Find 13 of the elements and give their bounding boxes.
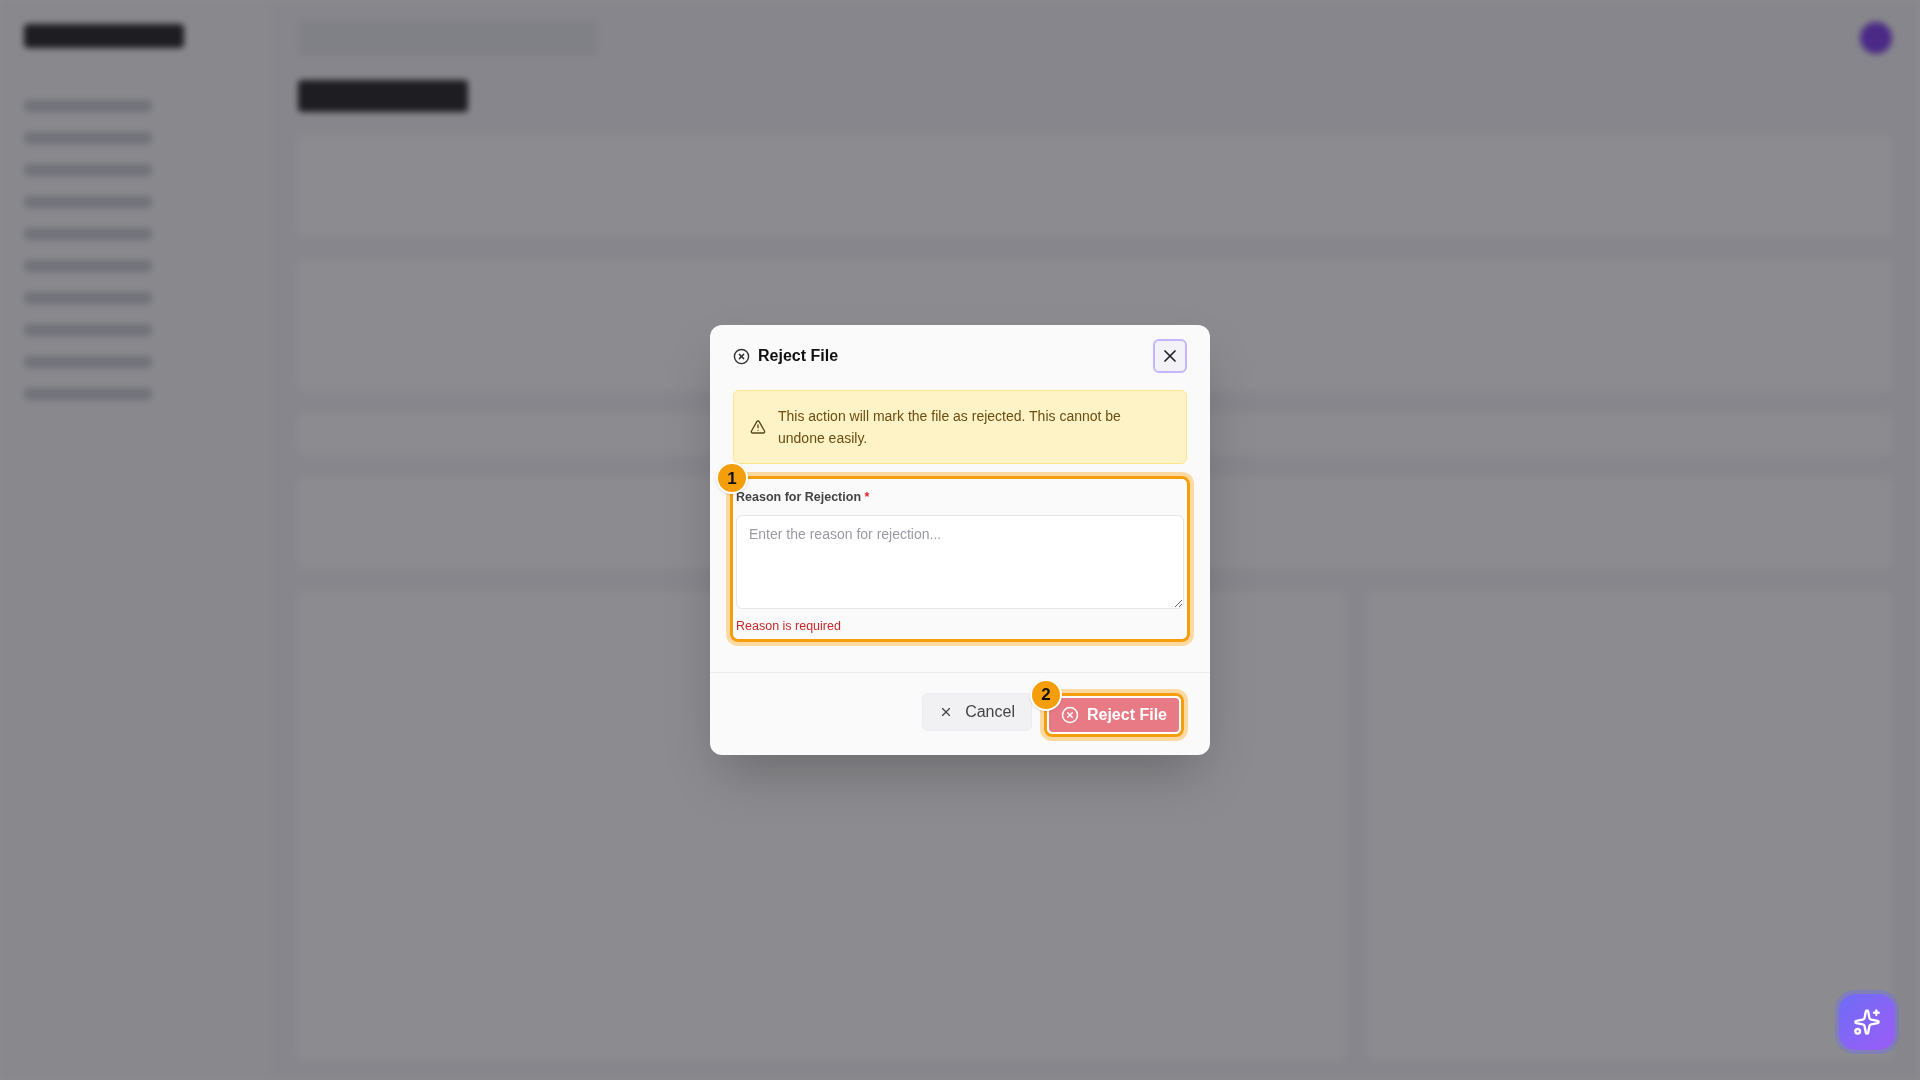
- assistant-button[interactable]: [1839, 994, 1895, 1050]
- avatar-icon: [1860, 22, 1892, 54]
- warning-text: This action will mark the file as rejected. This cannot be undone easily.: [778, 407, 1122, 449]
- circle-x-icon: [733, 347, 750, 365]
- dialog-title: Reject File: [758, 346, 839, 367]
- step-badge: 2: [1029, 678, 1062, 711]
- cancel-button[interactable]: Cancel: [922, 692, 1032, 731]
- reason-field[interactable]: Enter the reason for rejection...: [736, 515, 1184, 609]
- circle-x-icon: [1060, 705, 1079, 724]
- close-button[interactable]: [1153, 339, 1187, 374]
- warning-icon: [750, 419, 766, 436]
- error-text: Reason is required: [736, 618, 842, 635]
- sparkles-icon: [1853, 1008, 1881, 1036]
